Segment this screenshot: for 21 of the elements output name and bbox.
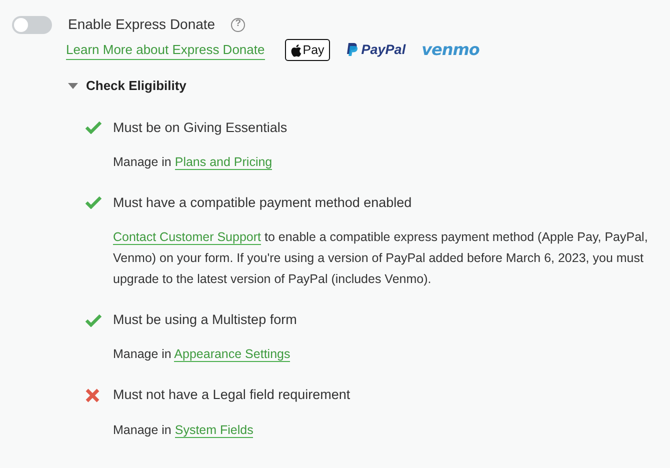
- paypal-logo: PayPal: [346, 40, 406, 60]
- caret-icon[interactable]: [68, 82, 78, 89]
- criterion-detail: Manage in Plans and Pricing: [113, 154, 274, 172]
- criterion-detail: Manage in System Fields: [113, 422, 254, 440]
- criterion-title: Must be using a Multistep form: [113, 311, 297, 329]
- criterion-title: Must not have a Legal field requirement: [113, 386, 350, 404]
- toggle-switch[interactable]: [12, 16, 52, 34]
- learn-more-link[interactable]: Learn More about Express Donate: [66, 40, 265, 60]
- toggle-label: Enable Express Donate: [68, 15, 216, 34]
- criterion-title: Must have a compatible payment method enabled: [113, 194, 412, 212]
- help-icon[interactable]: ?: [231, 18, 246, 32]
- criterion-detail: Manage in Appearance Settings: [113, 346, 292, 364]
- criterion-title: Must be on Giving Essentials: [113, 118, 288, 137]
- criterion-link[interactable]: Contact Customer Support: [113, 230, 261, 245]
- criterion-link[interactable]: Plans and Pricing: [174, 154, 272, 170]
- section-title[interactable]: Check Eligibility: [86, 76, 186, 96]
- venmo-logo: venmo: [422, 39, 480, 61]
- criterion-link[interactable]: Appearance Settings: [174, 347, 290, 362]
- apple-pay-logo: Pay: [284, 38, 330, 62]
- criterion-detail: Contact Customer Support to enable a compatible express payment method (Apple Pay, PayPal, Venmo) on your form. If you're using a version of PayPal added before March 6, 2023, you must upgrade to the latest version of PayPal (includes Venmo).: [113, 229, 649, 288]
- criterion-link[interactable]: System Fields: [174, 422, 254, 438]
